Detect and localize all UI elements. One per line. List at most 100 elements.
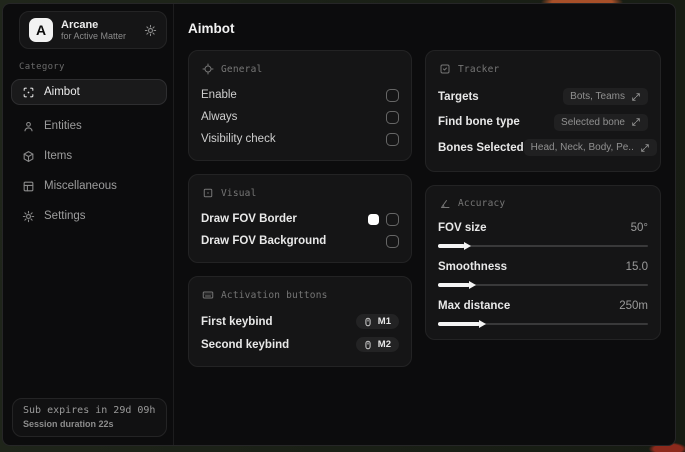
sidebar-item-entities[interactable]: Entities xyxy=(11,113,167,139)
sidebar-item-settings[interactable]: Settings xyxy=(11,203,167,229)
slider-fill[interactable] xyxy=(438,280,475,289)
first-keybind-button[interactable]: M1 xyxy=(355,314,399,329)
find-bone-type-dropdown[interactable]: Selected bone xyxy=(554,113,648,131)
slider-value: 15.0 xyxy=(625,260,648,273)
setting-label: Enable xyxy=(201,89,237,101)
visual-card: Visual Draw FOV Border Draw FOV Backgrou… xyxy=(188,174,412,263)
section-title: Activation buttons xyxy=(221,289,328,301)
section-title: Accuracy xyxy=(458,198,506,209)
setting-label: Targets xyxy=(438,90,479,103)
expand-icon xyxy=(640,143,650,153)
sidebar: A Arcane for Active Matter Category Aimb… xyxy=(3,4,174,445)
sidebar-item-label: Items xyxy=(44,150,73,162)
setting-label: Smoothness xyxy=(438,260,508,273)
section-title: Visual xyxy=(221,187,257,199)
setting-label: Find bone type xyxy=(438,116,520,129)
angle-icon xyxy=(439,198,451,210)
always-checkbox[interactable] xyxy=(386,110,399,124)
expand-icon xyxy=(631,92,641,102)
brand-card: A Arcane for Active Matter xyxy=(19,11,167,49)
dropdown-value: Head, Neck, Body, Pe.. xyxy=(530,142,634,154)
accuracy-card: Accuracy FOV size 50° Smoothness 15.0 Ma… xyxy=(425,184,661,340)
activation-card: Activation buttons First keybind M1 Seco… xyxy=(188,276,412,367)
sub-expiry-text: Sub expires in 29d 09h xyxy=(23,405,156,416)
category-label: Category xyxy=(19,62,65,72)
setting-row-always: Always xyxy=(201,106,399,128)
tracker-card: Tracker Targets Bots, Teams Find bone ty… xyxy=(425,50,661,172)
max-distance-slider[interactable] xyxy=(438,319,648,328)
setting-row-enable: Enable xyxy=(201,84,399,106)
general-card: General Enable Always Visibility check xyxy=(188,50,412,161)
sidebar-item-miscellaneous[interactable]: Miscellaneous xyxy=(11,173,167,199)
enable-checkbox[interactable] xyxy=(386,88,399,102)
second-keybind-button[interactable]: M2 xyxy=(355,337,399,352)
max-distance-slider-group: Max distance 250m xyxy=(438,297,648,328)
visibility-check-checkbox[interactable] xyxy=(386,132,399,146)
keyboard-icon xyxy=(202,289,214,301)
slider-value: 50° xyxy=(630,221,648,234)
sidebar-item-aimbot[interactable]: Aimbot xyxy=(11,79,167,105)
session-duration-text: Session duration 22s xyxy=(23,419,114,429)
brand-subtitle: for Active Matter xyxy=(61,31,127,42)
slider-fill[interactable] xyxy=(438,319,486,328)
left-column: General Enable Always Visibility check V… xyxy=(188,50,412,380)
fov-size-slider-group: FOV size 50° xyxy=(438,219,648,250)
gear-icon[interactable] xyxy=(144,24,157,37)
setting-label: Second keybind xyxy=(201,338,290,351)
setting-row-find-bone-type: Find bone type Selected bone xyxy=(438,110,648,136)
sidebar-item-label: Miscellaneous xyxy=(44,180,117,192)
setting-label: FOV size xyxy=(438,221,487,234)
tracker-card-header: Tracker xyxy=(439,63,648,75)
gear-icon xyxy=(22,210,35,223)
bones-selected-dropdown[interactable]: Head, Neck, Body, Pe.. xyxy=(523,139,657,157)
dropdown-value: Selected bone xyxy=(561,116,625,128)
expand-icon xyxy=(631,117,641,127)
setting-label: Bones Selected xyxy=(438,141,524,154)
general-card-header: General xyxy=(202,63,399,75)
setting-label: Max distance xyxy=(438,299,511,312)
keybind-value: M1 xyxy=(377,316,391,327)
setting-row-targets: Targets Bots, Teams xyxy=(438,84,648,110)
setting-row-bones-selected: Bones Selected Head, Neck, Body, Pe.. xyxy=(438,135,657,161)
sidebar-item-items[interactable]: Items xyxy=(11,143,167,169)
aimbot-scan-icon xyxy=(22,86,35,99)
fov-border-color-swatch[interactable] xyxy=(368,213,379,225)
right-column: Tracker Targets Bots, Teams Find bone ty… xyxy=(425,50,661,353)
slider-value: 250m xyxy=(619,299,648,312)
setting-label: First keybind xyxy=(201,315,273,328)
smoothness-slider-group: Smoothness 15.0 xyxy=(438,258,648,289)
activation-card-header: Activation buttons xyxy=(202,289,399,301)
slider-fill[interactable] xyxy=(438,241,472,250)
fov-size-slider[interactable] xyxy=(438,241,648,250)
setting-label: Draw FOV Background xyxy=(201,235,327,247)
fov-background-checkbox[interactable] xyxy=(386,234,399,248)
layout-grid-icon xyxy=(22,180,35,193)
section-title: General xyxy=(221,63,263,75)
setting-label: Draw FOV Border xyxy=(201,213,297,225)
crosshair-icon xyxy=(202,63,214,75)
sidebar-item-label: Settings xyxy=(44,210,86,222)
sidebar-item-label: Entities xyxy=(44,120,82,132)
cube-icon xyxy=(22,150,35,163)
accuracy-card-header: Accuracy xyxy=(439,198,648,210)
smoothness-slider[interactable] xyxy=(438,280,648,289)
brand-logo: A xyxy=(29,18,53,42)
setting-label: Always xyxy=(201,111,238,123)
setting-row-fov-background: Draw FOV Background xyxy=(201,230,399,252)
mouse-icon xyxy=(363,317,373,327)
main-panel: Aimbot General Enable Always Visibility … xyxy=(174,4,675,445)
setting-row-second-keybind: Second keybind M2 xyxy=(201,333,399,356)
game-background: A Arcane for Active Matter Category Aimb… xyxy=(0,0,685,452)
setting-label: Visibility check xyxy=(201,133,276,145)
setting-row-visibility-check: Visibility check xyxy=(201,128,399,150)
keybind-value: M2 xyxy=(377,339,391,350)
brand-text: Arcane for Active Matter xyxy=(61,19,136,42)
target-box-icon xyxy=(439,63,451,75)
sidebar-item-label: Aimbot xyxy=(44,86,80,98)
targets-dropdown[interactable]: Bots, Teams xyxy=(563,88,648,106)
cheat-menu-window: A Arcane for Active Matter Category Aimb… xyxy=(2,3,676,446)
setting-row-fov-border: Draw FOV Border xyxy=(201,208,399,230)
section-title: Tracker xyxy=(458,63,500,75)
fov-border-checkbox[interactable] xyxy=(386,212,399,226)
page-title: Aimbot xyxy=(188,21,235,36)
